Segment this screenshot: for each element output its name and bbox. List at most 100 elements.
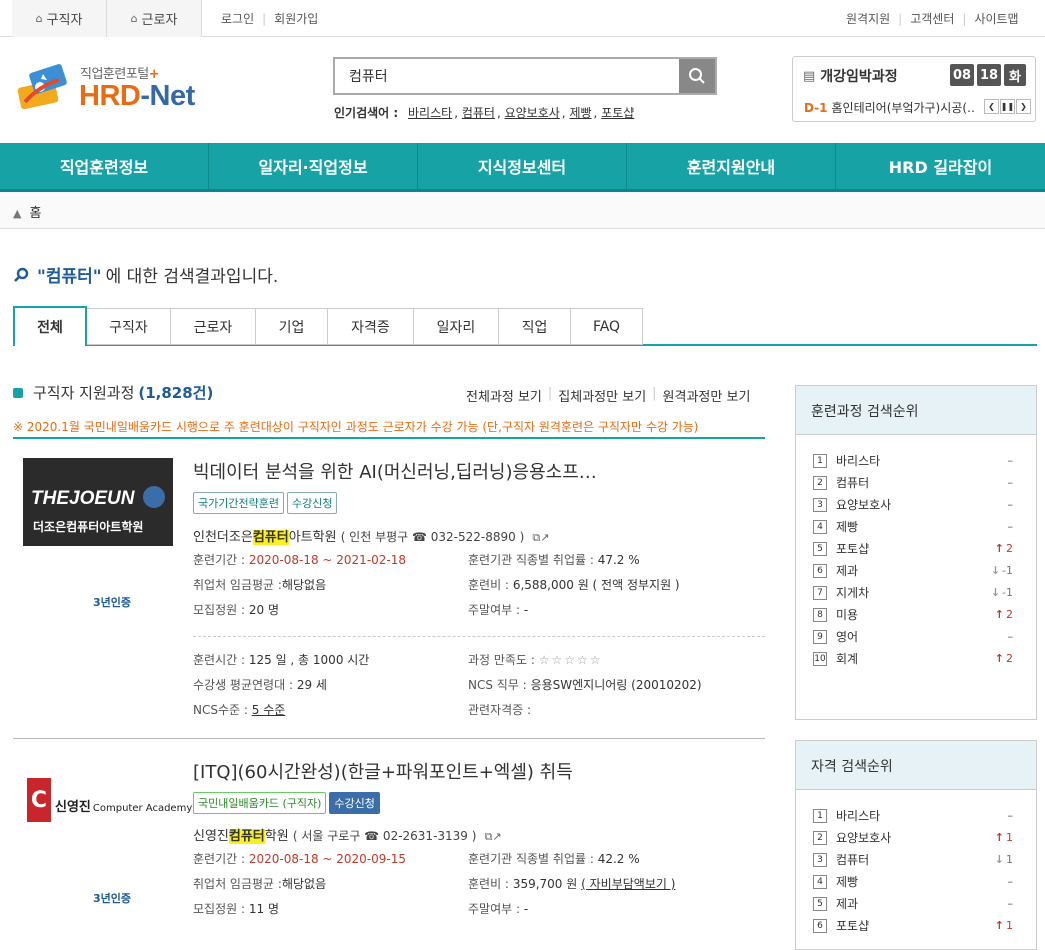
certified-badge: 3년인증	[93, 892, 132, 905]
course-logo[interactable]: THEJOEUN 더조은컴퓨터아트학원	[23, 458, 173, 546]
course-org[interactable]: 신영진컴퓨터학원 ( 서울 구로구 ☎ 02-2631-3139 ) ⧉↗	[193, 825, 502, 844]
ranking-item[interactable]: 5 제과 –	[813, 895, 1013, 912]
tab-faq[interactable]: FAQ	[571, 308, 643, 345]
sitemap-link[interactable]: 사이트맵	[974, 10, 1018, 27]
search-button[interactable]	[679, 59, 715, 93]
field-fee: 훈련비 : 359,700 원 ( 자비부담액보기 )	[468, 877, 676, 891]
training-ranking-panel: 훈련과정 검색순위 1 바리스타 – 2 컴퓨터 – 3 요양보호사 – 4 제빵 – 5 포토샵 2 6 제과…	[795, 385, 1037, 720]
view-group-link[interactable]: 집체과정만 보기	[558, 386, 646, 405]
rank-change: 2	[995, 608, 1013, 621]
panel-title: 자격 검색순위	[796, 741, 1036, 790]
section-count: (1,828건)	[138, 384, 214, 402]
rank-number: 10	[813, 651, 827, 666]
field-related-cert: 관련자격증 :	[468, 703, 532, 717]
ranking-item[interactable]: 6 포토샵 1	[813, 917, 1013, 934]
tab-job-seeker-label: 구직자	[46, 13, 83, 28]
ranking-item[interactable]: 2 요양보호사 1	[813, 829, 1013, 846]
field-ncs-level: NCS수준 : 5 수준	[193, 703, 286, 717]
ranking-item[interactable]: 3 요양보호사 –	[813, 496, 1013, 513]
remote-support-link[interactable]: 원격지원	[846, 10, 890, 27]
view-all-link[interactable]: 전체과정 보기	[466, 386, 542, 405]
ranking-item[interactable]: 2 컴퓨터 –	[813, 474, 1013, 491]
ranking-item[interactable]: 9 영어 –	[813, 628, 1013, 645]
next-button[interactable]: ❯	[1016, 99, 1031, 114]
breadcrumb-home[interactable]: ▲ 홈	[13, 202, 41, 221]
badge-apply[interactable]: 수강신청	[329, 792, 380, 814]
rank-keyword: 요양보호사	[836, 831, 892, 845]
badge-apply[interactable]: 수강신청	[286, 492, 338, 514]
tab-worker[interactable]: 근로자	[171, 308, 256, 345]
auth-links: 로그인 | 회원가입	[221, 0, 318, 37]
certified-badge: 3년인증	[93, 596, 132, 609]
dday-label: D-1	[804, 101, 828, 115]
course-title[interactable]: 빅데이터 분석을 위한 AI(머신러닝,딥러닝)응용소프…	[193, 458, 597, 484]
ranking-item[interactable]: 3 컴퓨터 1	[813, 851, 1013, 868]
prev-button[interactable]: ❮	[984, 99, 999, 114]
ranking-item[interactable]: 4 제빵 –	[813, 873, 1013, 890]
logo-emblem-icon: C	[27, 778, 51, 822]
popular-label: 인기검색어 :	[334, 106, 399, 120]
ranking-item[interactable]: 1 바리스타 –	[813, 807, 1013, 824]
rank-keyword: 요양보호사	[836, 498, 892, 512]
signup-link[interactable]: 회원가입	[274, 10, 318, 27]
rank-number: 4	[813, 519, 827, 534]
ranking-item[interactable]: 1 바리스타 –	[813, 452, 1013, 469]
date-weekday: 화	[1004, 64, 1026, 86]
ranking-item[interactable]: 10 회계 2	[813, 650, 1013, 667]
rank-keyword: 컴퓨터	[836, 476, 870, 490]
customer-center-link[interactable]: 고객센터	[910, 10, 954, 27]
popular-keyword[interactable]: 요양보호사	[505, 106, 560, 120]
rank-number: 2	[813, 475, 827, 490]
rank-change: -1	[991, 586, 1013, 599]
nav-job-info[interactable]: 일자리·직업정보	[209, 143, 418, 189]
tab-jobs[interactable]: 일자리	[414, 308, 499, 345]
view-remote-link[interactable]: 원격과정만 보기	[663, 386, 751, 405]
breadcrumb: ▲ 홈	[0, 192, 1045, 229]
badge-national: 국가기간전략훈련	[193, 492, 284, 514]
section-title: 구직자 지원과정 (1,828건)	[13, 382, 213, 403]
divider	[13, 738, 765, 739]
home-icon: ▲	[13, 207, 22, 220]
ranking-item[interactable]: 8 미용 2	[813, 606, 1013, 623]
nav-training-info[interactable]: 직업훈련정보	[0, 143, 209, 189]
nav-training-support[interactable]: 훈련지원안내	[627, 143, 836, 189]
ranking-item[interactable]: 4 제빵 –	[813, 518, 1013, 535]
popular-keyword[interactable]: 제빵	[569, 106, 591, 120]
rank-keyword: 제과	[836, 564, 859, 578]
popular-keyword[interactable]: 포토샵	[601, 106, 634, 120]
search-input[interactable]	[335, 59, 679, 93]
share-icon[interactable]: ⧉↗	[485, 830, 502, 843]
bullet-icon	[13, 387, 23, 398]
field-capacity: 모집정원 : 11 명	[193, 902, 279, 916]
login-link[interactable]: 로그인	[221, 10, 254, 27]
tab-company[interactable]: 기업	[256, 308, 328, 345]
tab-all[interactable]: 전체	[13, 306, 87, 346]
rank-number: 2	[813, 830, 827, 845]
course-title[interactable]: [ITQ](60시간완성)(한글+파워포인트+엑셀) 취득	[193, 758, 573, 784]
popular-keyword[interactable]: 컴퓨터	[462, 106, 495, 120]
nav-hrd-guide[interactable]: HRD 길라잡이	[836, 143, 1045, 189]
pause-button[interactable]: ❚❚	[1000, 99, 1015, 114]
tab-worker[interactable]: ⌂ 근로자	[107, 0, 202, 37]
rank-change: 2	[995, 542, 1013, 555]
nav-knowledge-center[interactable]: 지식정보센터	[418, 143, 627, 189]
tab-certificate[interactable]: 자격증	[328, 308, 414, 345]
course-logo[interactable]: C 신영진 Computer Academy	[23, 758, 192, 846]
ncs-level-link[interactable]: 5 수준	[252, 703, 286, 717]
popular-keyword[interactable]: 바리스타	[408, 106, 452, 120]
course-card: C 신영진 Computer Academy 3년인증 [ITQ](60시간완성)…	[13, 758, 765, 938]
pause-icon: ❚❚	[1000, 102, 1015, 111]
tab-job-seeker[interactable]: ⌂ 구직자	[12, 0, 107, 37]
ranking-item[interactable]: 6 제과 -1	[813, 562, 1013, 579]
tab-job-seeker[interactable]: 구직자	[86, 308, 171, 345]
ranking-item[interactable]: 7 지게차 -1	[813, 584, 1013, 601]
tab-worker-label: 근로자	[141, 13, 178, 28]
share-icon[interactable]: ⧉↗	[532, 531, 549, 544]
ranking-item[interactable]: 5 포토샵 2	[813, 540, 1013, 557]
tab-occupation[interactable]: 직업	[499, 308, 571, 345]
upcoming-course-item[interactable]: D-1 홈인테리어(부엌가구)시공(…	[804, 99, 974, 116]
rank-change: 1	[995, 919, 1013, 932]
self-pay-link[interactable]: ( 자비부담액보기 )	[581, 877, 675, 891]
rank-change: –	[1007, 897, 1014, 910]
course-org[interactable]: 인천더조은컴퓨터아트학원 ( 인천 부평구 ☎ 032-522-8890 ) ⧉…	[193, 526, 550, 545]
